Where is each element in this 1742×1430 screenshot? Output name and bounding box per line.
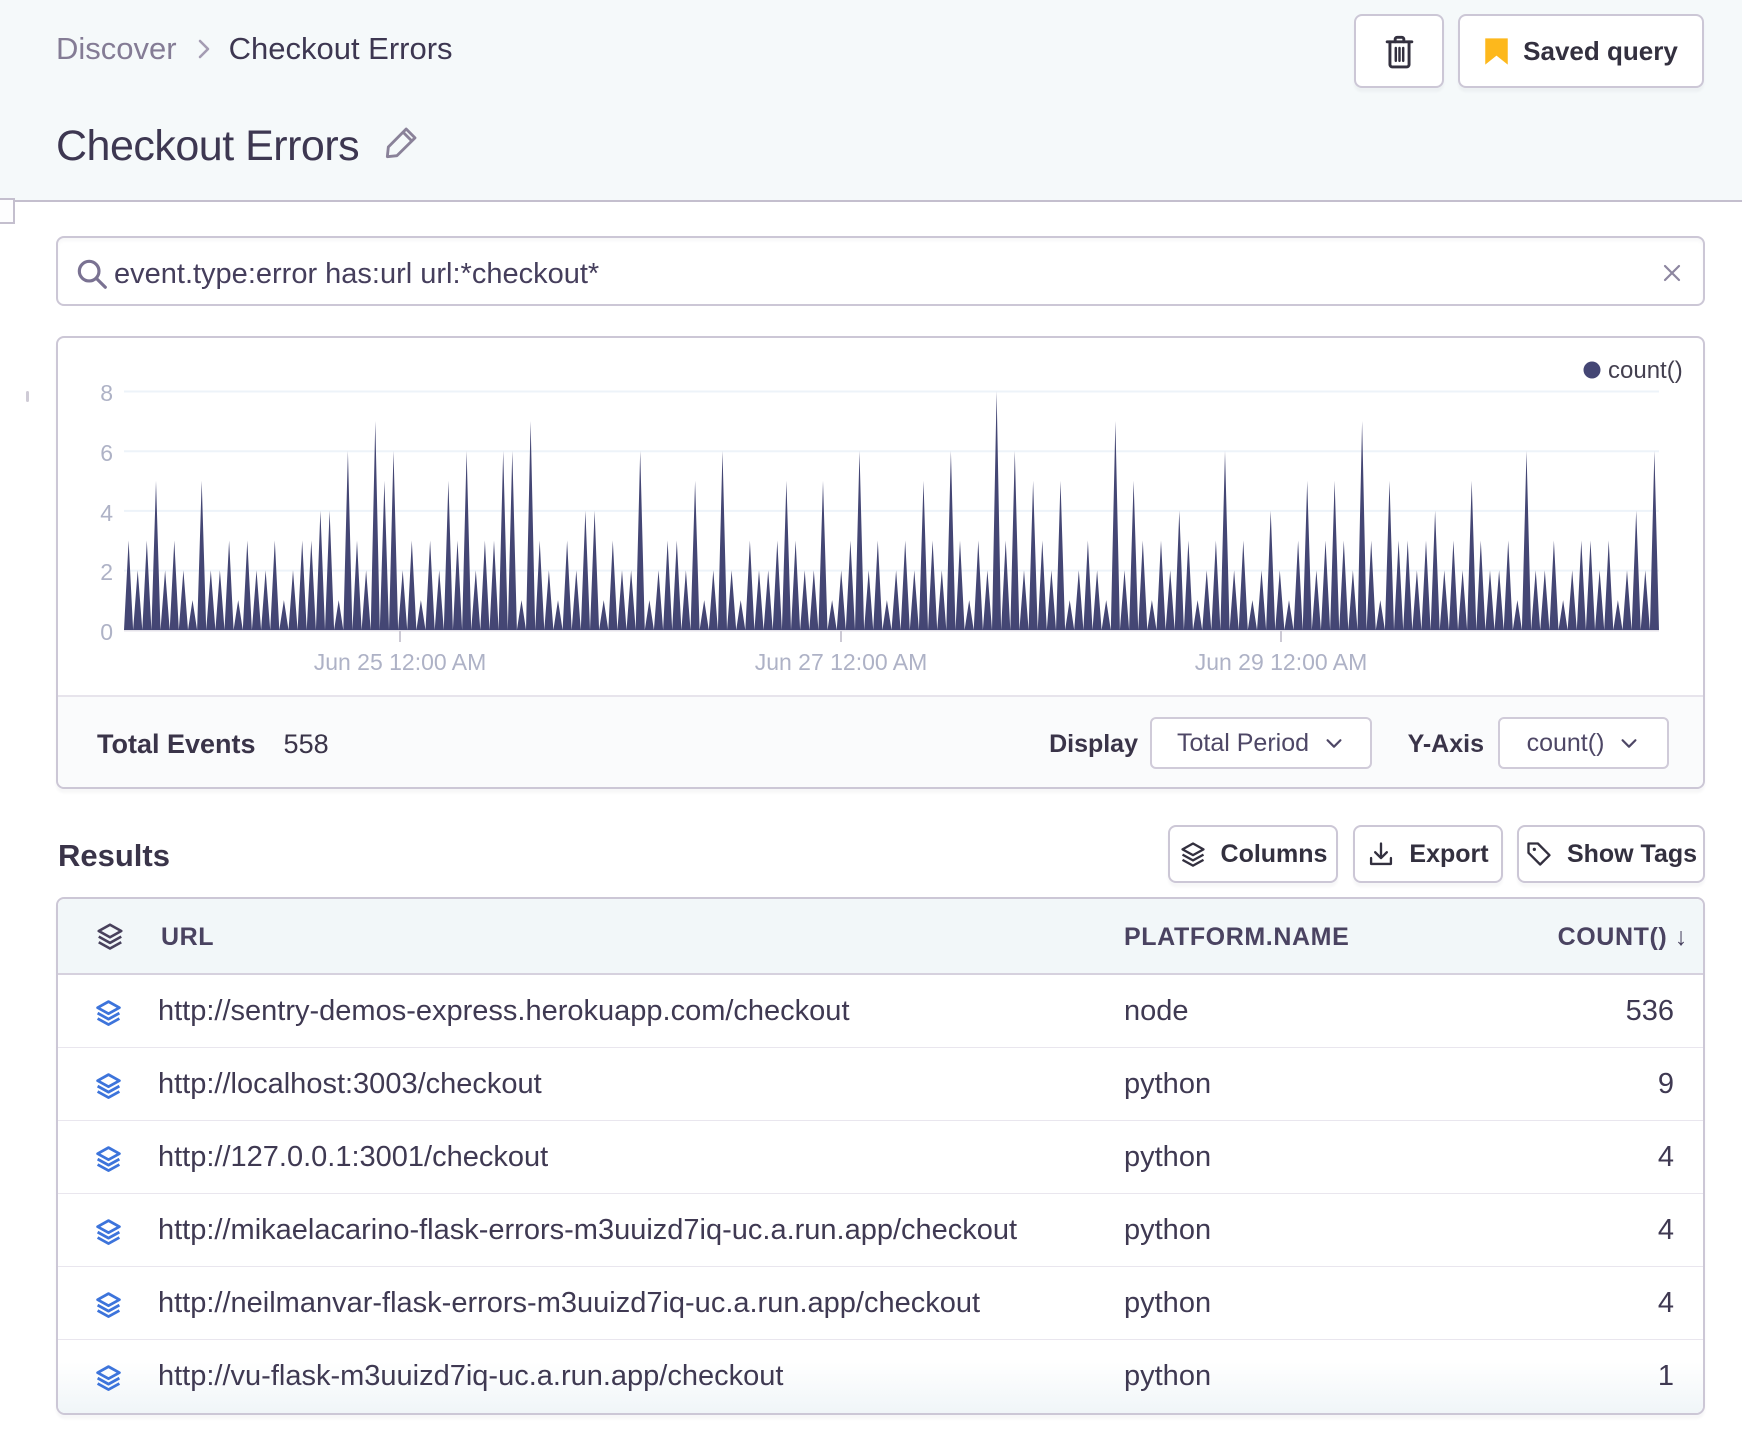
svg-text:6: 6 (100, 440, 113, 466)
svg-text:0: 0 (100, 619, 113, 645)
svg-text:Jun 29 12:00 AM: Jun 29 12:00 AM (1195, 649, 1368, 675)
svg-text:2: 2 (100, 559, 113, 585)
svg-text:Jun 27 12:00 AM: Jun 27 12:00 AM (755, 649, 928, 675)
svg-text:4: 4 (100, 500, 113, 526)
svg-text:count(): count() (1608, 357, 1683, 384)
svg-text:8: 8 (100, 380, 113, 406)
svg-text:Jun 25 12:00 AM: Jun 25 12:00 AM (314, 649, 487, 675)
